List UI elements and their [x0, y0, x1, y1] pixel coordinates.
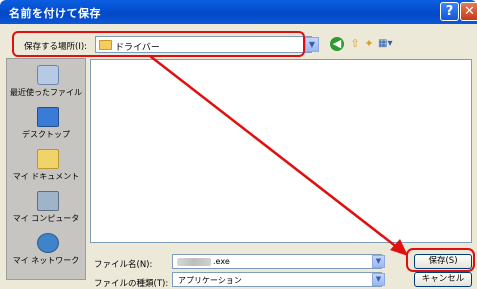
my-computer-icon [37, 191, 59, 211]
chevron-down-icon[interactable]: ▼ [372, 273, 385, 286]
place-label: デスクトップ [22, 130, 70, 139]
my-documents-icon [37, 149, 59, 169]
back-icon[interactable]: ◀ [330, 37, 344, 51]
place-recent[interactable]: 最近使ったファイル [7, 65, 85, 109]
close-button[interactable]: ✕ [460, 2, 477, 21]
highlight-location-box [12, 31, 305, 57]
up-folder-icon[interactable]: ⇧ [348, 37, 362, 51]
chevron-down-icon[interactable]: ▼ [372, 255, 385, 268]
place-label: マイ コンピュータ [12, 214, 80, 223]
places-bar: 最近使ったファイル デスクトップ マイ ドキュメント マイ コンピュータ マイ … [6, 58, 86, 280]
highlight-save-box [406, 248, 475, 272]
filetype-value: アプリケーション [178, 276, 242, 285]
filetype-label: ファイルの種類(T): [94, 279, 169, 289]
filename-value: .exe [213, 257, 230, 266]
recent-documents-icon [37, 65, 59, 85]
place-label: マイ ネットワーク [12, 256, 80, 265]
place-desktop[interactable]: デスクトップ [7, 107, 85, 151]
help-button[interactable]: ? [440, 2, 459, 21]
redacted-text [177, 258, 211, 266]
filename-label: ファイル名(N): [94, 260, 153, 270]
place-label: 最近使ったファイル [10, 88, 82, 97]
place-network[interactable]: マイ ネットワーク [7, 233, 85, 277]
save-as-dialog: 名前を付けて保存 ? ✕ 保存する場所(I): ドライバー ▼ ◀ ⇧ ✦ ▦▾… [0, 0, 477, 289]
place-label: マイ ドキュメント [12, 172, 80, 181]
title-bar: 名前を付けて保存 ? ✕ [0, 0, 477, 24]
network-places-icon [37, 233, 59, 253]
chevron-down-icon[interactable]: ▼ [305, 37, 319, 52]
filetype-select[interactable]: アプリケーション [172, 272, 382, 287]
new-folder-icon[interactable]: ✦ [362, 37, 376, 51]
filename-input[interactable]: .exe [172, 254, 382, 269]
place-my-documents[interactable]: マイ ドキュメント [7, 149, 85, 193]
cancel-button[interactable]: キャンセル [414, 272, 472, 287]
view-menu-icon[interactable]: ▦▾ [378, 37, 392, 51]
file-list[interactable] [90, 59, 472, 243]
place-my-computer[interactable]: マイ コンピュータ [7, 191, 85, 235]
window-title: 名前を付けて保存 [9, 7, 101, 20]
desktop-icon [37, 107, 59, 127]
